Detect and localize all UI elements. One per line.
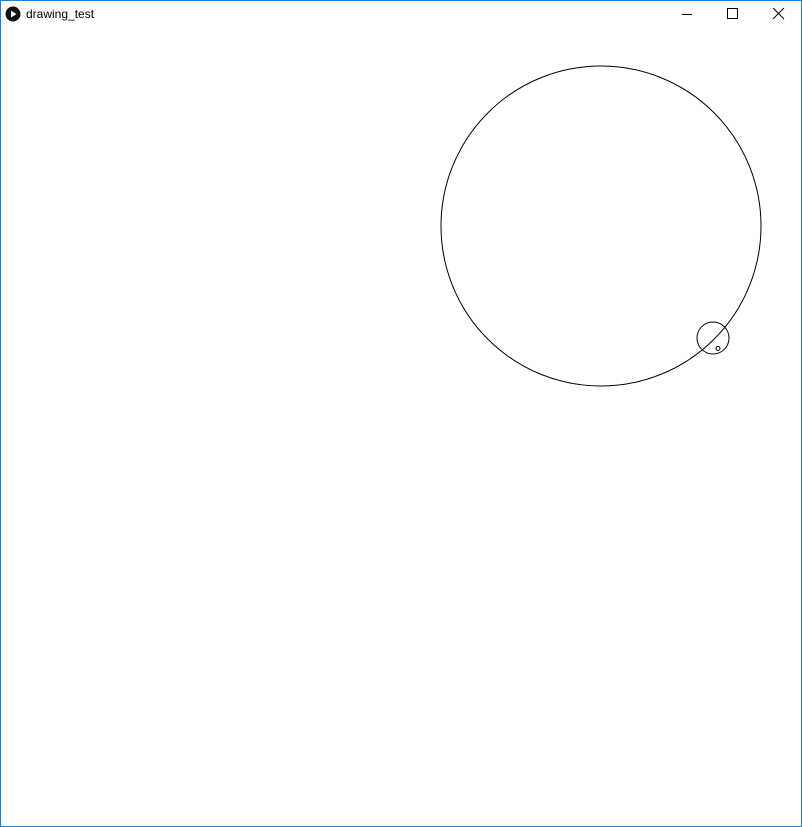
drawing-canvas[interactable]: [1, 28, 801, 826]
minimize-icon: [682, 14, 692, 15]
maximize-button[interactable]: [710, 1, 756, 28]
small-circle: [696, 321, 730, 355]
window-title: drawing_test: [26, 7, 95, 21]
minimize-button[interactable]: [664, 1, 710, 28]
tiny-circle: [715, 346, 721, 351]
maximize-icon: [727, 8, 738, 19]
title-bar[interactable]: drawing_test: [1, 1, 801, 28]
processing-play-icon: [5, 6, 21, 22]
close-button[interactable]: [756, 1, 802, 28]
close-icon: [772, 7, 785, 20]
app-window: drawing_test: [0, 0, 802, 827]
large-circle: [440, 65, 762, 387]
